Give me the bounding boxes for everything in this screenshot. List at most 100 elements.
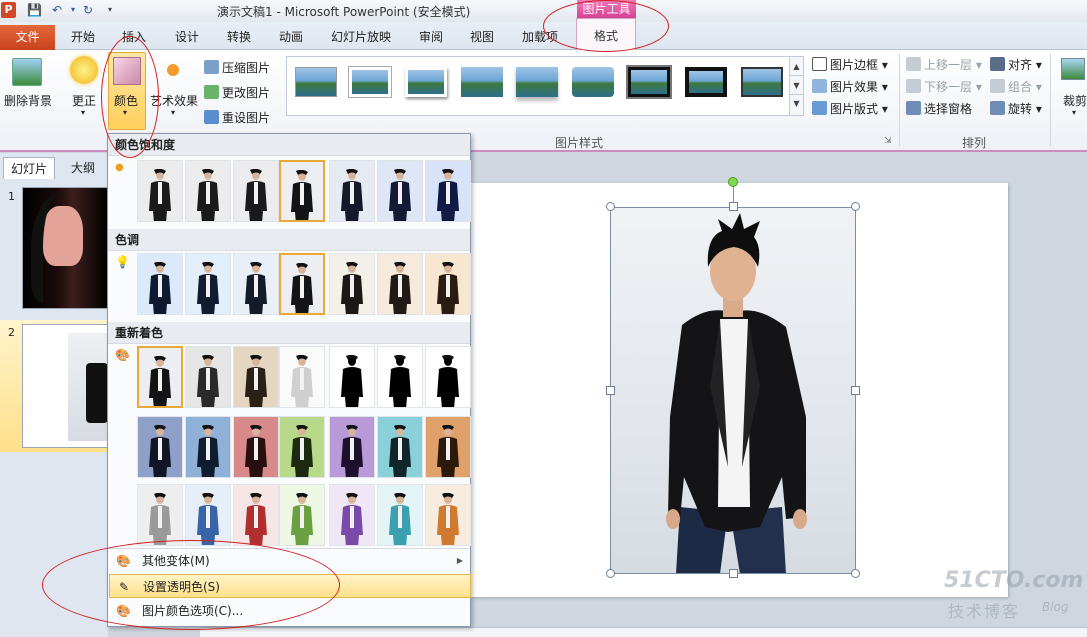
corrections-icon[interactable] — [70, 56, 98, 84]
color-dropdown-icon[interactable]: ▾ — [123, 108, 127, 117]
resize-handle-top-left[interactable] — [606, 202, 615, 211]
tab-format[interactable]: 格式 — [576, 18, 636, 50]
undo-icon[interactable]: ↶ — [50, 3, 64, 17]
color-swatch[interactable] — [279, 346, 325, 408]
color-swatch[interactable] — [137, 416, 183, 478]
tab-home[interactable]: 开始 — [71, 28, 95, 45]
rotation-handle[interactable] — [728, 177, 738, 187]
set-transparent-color-item[interactable]: ✎ 设置透明色(S) — [109, 574, 471, 598]
color-swatch[interactable] — [377, 484, 423, 546]
color-swatch[interactable] — [329, 484, 375, 546]
crop-button[interactable]: 裁剪 — [1063, 92, 1087, 109]
tab-transitions[interactable]: 转换 — [227, 28, 251, 45]
color-swatch[interactable] — [425, 416, 471, 478]
gallery-down-icon[interactable]: ▼ — [790, 76, 803, 95]
selection-pane-button[interactable]: 选择窗格 — [906, 100, 972, 117]
gallery-scroll[interactable]: ▲ ▼ ▼ — [789, 57, 803, 115]
style-thumb[interactable] — [405, 67, 447, 97]
dialog-launcher-icon[interactable]: ⇲ — [884, 136, 892, 146]
style-thumb[interactable] — [741, 67, 783, 97]
tab-view[interactable]: 视图 — [470, 28, 494, 45]
tab-addins[interactable]: 加载项 — [522, 28, 558, 45]
color-swatch[interactable] — [233, 346, 279, 408]
compress-pictures-button[interactable]: 压缩图片 — [204, 59, 270, 76]
color-icon[interactable] — [113, 57, 141, 85]
crop-icon[interactable] — [1061, 58, 1085, 80]
picture-styles-gallery[interactable]: ▲ ▼ ▼ — [286, 56, 804, 116]
color-swatch[interactable] — [425, 160, 471, 222]
gallery-up-icon[interactable]: ▲ — [790, 57, 803, 76]
color-swatch[interactable] — [185, 484, 231, 546]
picture-effects-button[interactable]: 图片效果 ▾ — [812, 78, 888, 95]
slide-thumbnail[interactable] — [22, 324, 108, 448]
picture-color-options-item[interactable]: 🎨 图片颜色选项(C)... — [109, 599, 471, 623]
artistic-dropdown-icon[interactable]: ▾ — [171, 108, 175, 117]
reset-picture-button[interactable]: 重设图片 — [204, 109, 270, 126]
group-button[interactable]: 组合 ▾ — [990, 78, 1042, 95]
color-swatch[interactable] — [279, 160, 325, 222]
color-swatch[interactable] — [377, 416, 423, 478]
resize-handle-top[interactable] — [729, 202, 738, 211]
color-swatch[interactable] — [233, 160, 279, 222]
remove-background-icon[interactable] — [12, 58, 42, 86]
color-swatch[interactable] — [137, 253, 183, 315]
tab-review[interactable]: 审阅 — [419, 28, 443, 45]
gallery-more-icon[interactable]: ▼ — [790, 95, 803, 113]
picture-border-button[interactable]: 图片边框 ▾ — [812, 56, 888, 73]
color-swatch[interactable] — [279, 484, 325, 546]
color-swatch[interactable] — [137, 346, 183, 408]
color-swatch[interactable] — [233, 484, 279, 546]
style-thumb[interactable] — [572, 67, 614, 97]
color-swatch[interactable] — [279, 253, 325, 315]
customize-qat-icon[interactable]: ▾ — [103, 3, 117, 17]
color-swatch[interactable] — [137, 484, 183, 546]
color-swatch[interactable] — [377, 160, 423, 222]
resize-handle-bottom-right[interactable] — [851, 569, 860, 578]
send-backward-button[interactable]: 下移一层 ▾ — [906, 78, 982, 95]
artistic-effects-button[interactable]: 艺术效果 — [150, 92, 198, 109]
align-button[interactable]: 对齐 ▾ — [990, 56, 1042, 73]
style-thumb[interactable] — [685, 67, 727, 97]
rotate-button[interactable]: 旋转 ▾ — [990, 100, 1042, 117]
color-swatch[interactable] — [425, 484, 471, 546]
redo-icon[interactable]: ↻ — [81, 3, 95, 17]
tab-insert[interactable]: 插入 — [122, 28, 146, 45]
tab-slides[interactable]: 幻灯片 — [3, 157, 55, 179]
color-swatch[interactable] — [185, 253, 231, 315]
remove-background-button[interactable]: 删除背景 — [4, 92, 52, 109]
corrections-dropdown-icon[interactable]: ▾ — [81, 108, 85, 117]
color-swatch[interactable] — [233, 253, 279, 315]
tab-outline[interactable]: 大纲 — [60, 157, 106, 179]
more-variations-item[interactable]: 🎨 其他变体(M) ▶ — [109, 549, 471, 573]
artistic-effects-icon[interactable] — [167, 64, 179, 76]
resize-handle-bottom-left[interactable] — [606, 569, 615, 578]
style-thumb[interactable] — [628, 67, 670, 97]
style-thumb[interactable] — [349, 67, 391, 97]
color-swatch[interactable] — [185, 416, 231, 478]
color-swatch[interactable] — [233, 416, 279, 478]
powerpoint-logo[interactable]: P — [1, 2, 16, 18]
color-swatch[interactable] — [279, 416, 325, 478]
tab-file[interactable]: 文件 — [0, 25, 55, 50]
color-swatch[interactable] — [329, 160, 375, 222]
bring-forward-button[interactable]: 上移一层 ▾ — [906, 56, 982, 73]
resize-handle-top-right[interactable] — [851, 202, 860, 211]
color-swatch[interactable] — [377, 346, 423, 408]
slide-thumbnail[interactable] — [22, 187, 108, 309]
tab-slideshow[interactable]: 幻灯片放映 — [331, 28, 391, 45]
color-swatch[interactable] — [425, 346, 471, 408]
color-swatch[interactable] — [185, 160, 231, 222]
color-swatch[interactable] — [185, 346, 231, 408]
change-picture-button[interactable]: 更改图片 — [204, 84, 270, 101]
undo-dropdown-icon[interactable]: ▾ — [66, 3, 80, 17]
resize-handle-left[interactable] — [606, 386, 615, 395]
style-thumb[interactable] — [516, 67, 558, 97]
resize-handle-bottom[interactable] — [729, 569, 738, 578]
crop-dropdown-icon[interactable]: ▾ — [1072, 108, 1076, 117]
color-swatch[interactable] — [137, 160, 183, 222]
picture-layout-button[interactable]: 图片版式 ▾ — [812, 100, 888, 117]
tab-animations[interactable]: 动画 — [279, 28, 303, 45]
color-button[interactable]: 颜色 — [114, 92, 138, 109]
style-thumb[interactable] — [461, 67, 503, 97]
color-swatch[interactable] — [377, 253, 423, 315]
